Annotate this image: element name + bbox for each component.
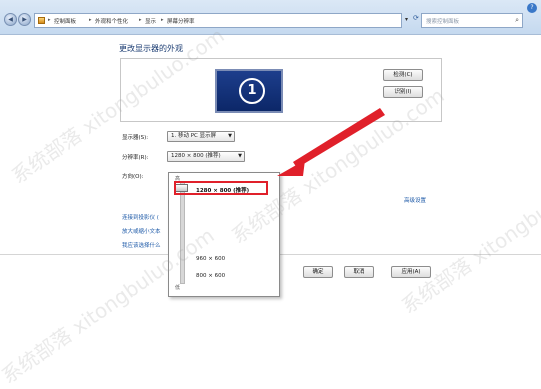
annotation-arrow bbox=[277, 108, 385, 176]
